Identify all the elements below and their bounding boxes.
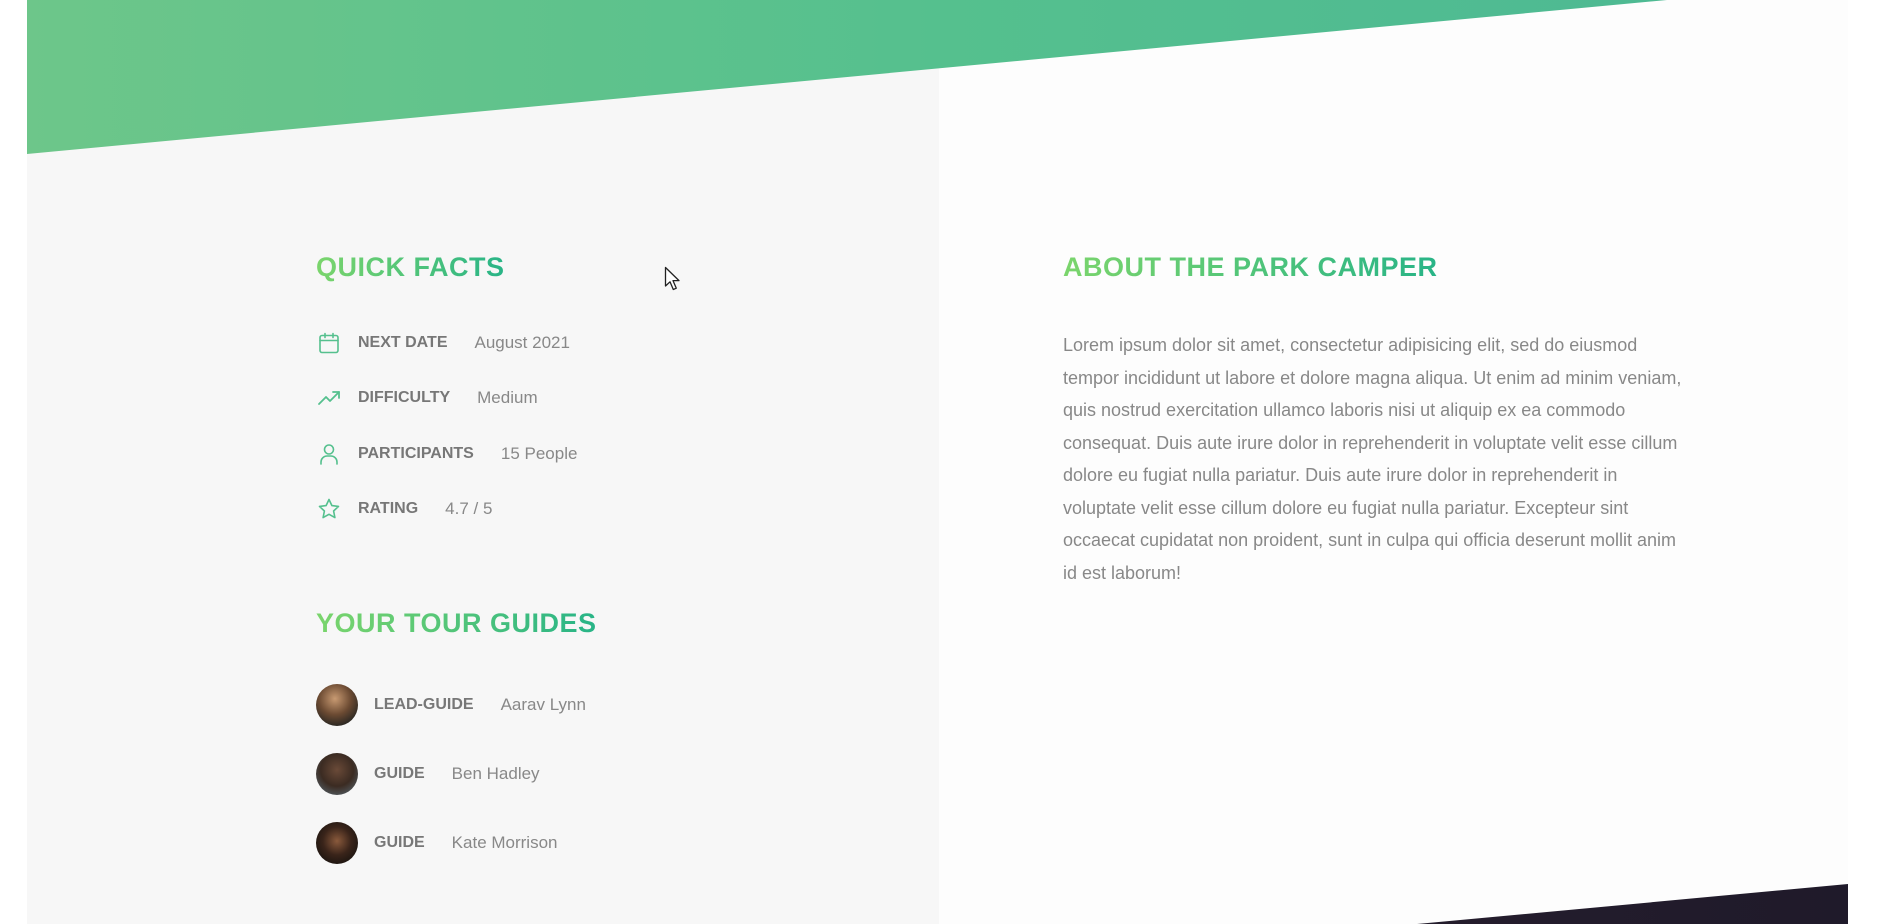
avatar: [316, 822, 358, 864]
calendar-icon: [316, 330, 342, 356]
guide-role: LEAD-GUIDE: [374, 696, 474, 713]
avatar: [316, 753, 358, 795]
trending-up-icon: [316, 385, 342, 411]
avatar: [316, 684, 358, 726]
fact-label: RATING: [358, 500, 419, 517]
guide-item: LEAD-GUIDE Aarav Lynn: [316, 683, 586, 727]
mouse-cursor-icon: [664, 266, 680, 291]
fact-rating: RATING 4.7 / 5: [316, 494, 492, 524]
fact-participants: PARTICIPANTS 15 People: [316, 439, 577, 469]
fact-label: PARTICIPANTS: [358, 445, 474, 462]
guide-role: GUIDE: [374, 834, 425, 851]
quick-facts-heading: QUICK FACTS: [316, 252, 505, 282]
fact-value: 15 People: [500, 444, 578, 463]
guide-name: Ben Hadley: [451, 764, 540, 783]
star-icon: [316, 496, 342, 522]
guide-name: Kate Morrison: [451, 833, 558, 852]
fact-value: August 2021: [474, 333, 570, 352]
tour-guides-heading: YOUR TOUR GUIDES: [316, 608, 597, 638]
fact-label: NEXT DATE: [358, 334, 448, 351]
guide-name: Aarav Lynn: [500, 695, 586, 714]
fact-label: DIFFICULTY: [358, 389, 451, 406]
fact-value: Medium: [477, 388, 538, 407]
guide-item: GUIDE Ben Hadley: [316, 752, 540, 796]
about-description: Lorem ipsum dolor sit amet, consectetur …: [1063, 335, 1682, 583]
guide-role: GUIDE: [374, 765, 425, 782]
guide-item: GUIDE Kate Morrison: [316, 821, 558, 865]
fact-value: 4.7 / 5: [445, 499, 493, 518]
fact-next-date: NEXT DATE August 2021: [316, 328, 570, 358]
user-icon: [316, 441, 342, 467]
about-heading: ABOUT THE PARK CAMPER: [1063, 252, 1438, 282]
fact-difficulty: DIFFICULTY Medium: [316, 383, 538, 413]
